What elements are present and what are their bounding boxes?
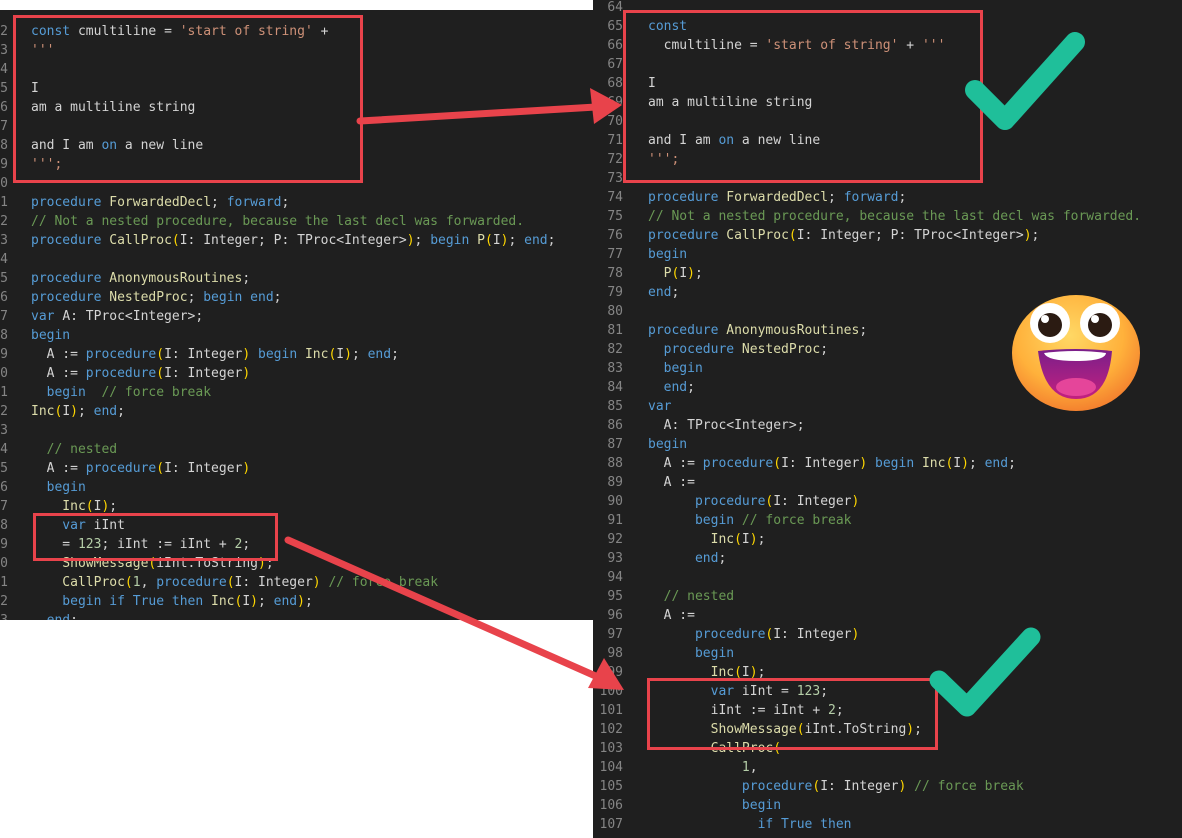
grinning-face-emoji <box>1012 295 1140 411</box>
checkmark-icon <box>929 627 1041 717</box>
arrow-top <box>356 88 622 125</box>
arrow-bottom <box>284 536 624 690</box>
checkmark-icon <box>965 32 1085 130</box>
